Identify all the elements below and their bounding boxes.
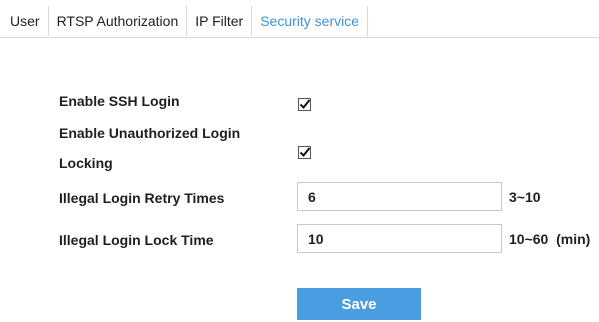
security-service-form: Enable SSH Login Enable Unauthorized Log… [0, 0, 599, 322]
checkmark-icon [299, 147, 311, 157]
retry-times-input[interactable] [297, 182, 502, 211]
unauth-locking-label-line1: Enable Unauthorized Login [59, 125, 241, 141]
retry-times-range: 3~10 [509, 189, 541, 205]
lock-time-input[interactable] [297, 224, 502, 253]
ssh-login-label: Enable SSH Login [59, 93, 180, 109]
lock-time-label: Illegal Login Lock Time [59, 232, 214, 248]
ssh-login-checkbox[interactable] [298, 98, 311, 111]
unauth-locking-label-line2: Locking [59, 155, 113, 171]
checkmark-icon [299, 99, 311, 109]
retry-times-label: Illegal Login Retry Times [59, 190, 225, 206]
security-service-page: User RTSP Authorization IP Filter Securi… [0, 0, 599, 322]
save-button[interactable]: Save [297, 288, 421, 320]
lock-time-range: 10~60 (min) [509, 231, 591, 247]
unauth-locking-checkbox[interactable] [298, 146, 311, 159]
